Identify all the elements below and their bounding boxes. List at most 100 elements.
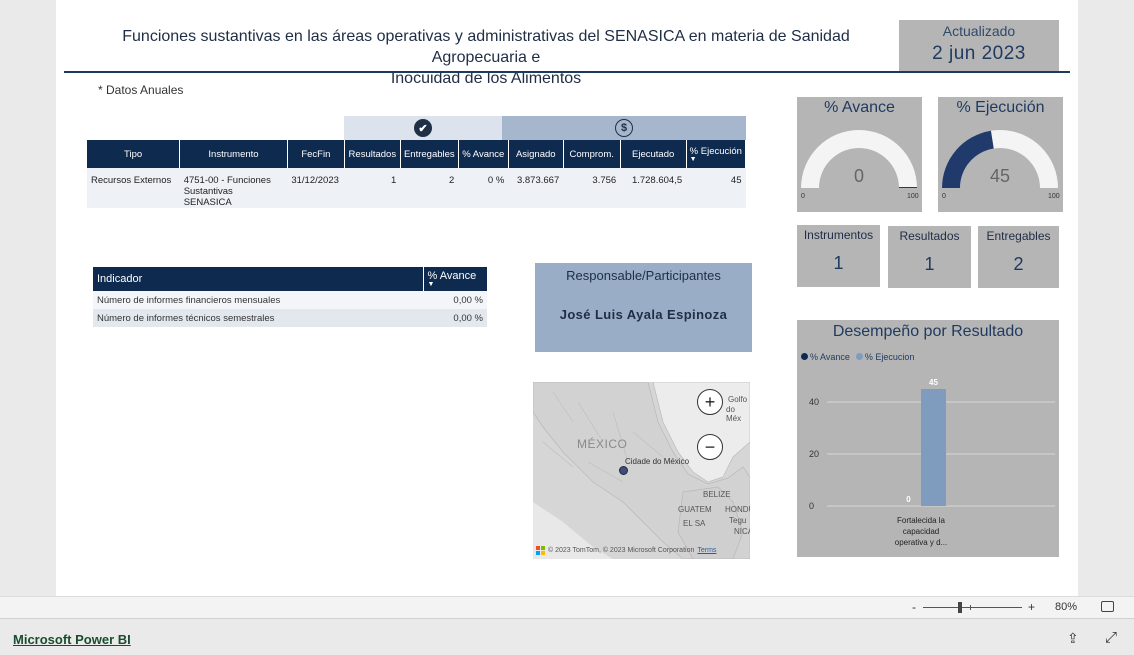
table-row[interactable]: Número de informes financieros mensuales…	[93, 291, 487, 309]
col-header-ejecucion[interactable]: % Ejecución ▼	[686, 140, 747, 168]
map-terms-link[interactable]: Terms	[697, 547, 716, 554]
col-header-ind-avance[interactable]: % Avance ▼	[422, 267, 487, 291]
col-header-entregables[interactable]: Entregables	[400, 140, 459, 168]
zoom-in-control[interactable]: +	[1028, 600, 1035, 614]
power-bi-link[interactable]: Microsoft Power BI	[13, 632, 131, 647]
zoom-slider-track[interactable]	[923, 607, 1022, 608]
sort-desc-icon: ▼	[427, 281, 435, 288]
table-row[interactable]: Número de informes técnicos semestrales …	[93, 309, 487, 327]
gauge-avance-card: % Avance 0 0 100	[797, 97, 922, 212]
cell-indicador: Número de informes financieros mensuales	[93, 291, 423, 309]
gauge-ejecucion-title: % Ejecución	[956, 99, 1045, 116]
indicator-table: Indicador % Avance ▼ Número de informes …	[93, 267, 487, 327]
map-label-country: MÉXICO	[577, 437, 628, 451]
col-header-tipo[interactable]: Tipo	[87, 140, 181, 168]
gauge-avance: 0 0 100	[801, 130, 919, 200]
x-tick-label: operativa y d...	[895, 538, 947, 547]
col-header-asignado[interactable]: Asignado	[508, 140, 564, 168]
cell-ejecutado: 1.728.604,5	[620, 168, 687, 208]
map-label-belize: BELIZE	[703, 490, 731, 499]
budget-group-header: $	[502, 116, 746, 140]
fullscreen-icon[interactable]: ⤢	[1105, 629, 1117, 646]
cell-asignado: 3.873.667	[508, 168, 564, 208]
entregables-card: Entregables 2	[978, 226, 1059, 288]
table-row[interactable]: Recursos Externos 4751-00 - Funciones Su…	[87, 168, 746, 208]
bar-ejecucion	[921, 389, 946, 506]
map-attribution-text: © 2023 TomTom, © 2023 Microsoft Corporat…	[548, 547, 695, 554]
cell-resultados: 1	[344, 168, 401, 208]
cell-fecfin: 31/12/2023	[287, 168, 345, 208]
col-header-indicador[interactable]: Indicador	[93, 267, 423, 291]
col-header-avance[interactable]: % Avance	[458, 140, 509, 168]
x-tick-label: Fortalecida la	[897, 516, 946, 525]
check-circle-icon: ✔	[414, 119, 432, 137]
sort-desc-icon: ▼	[689, 155, 697, 163]
cell-ind-avance: 0,00 %	[423, 309, 487, 327]
zoom-out-button[interactable]: −	[697, 434, 723, 460]
gauge-avance-fill	[899, 187, 917, 188]
zoom-slider-thumb[interactable]	[958, 602, 962, 613]
cell-ind-avance: 0,00 %	[423, 291, 487, 309]
map-location-marker[interactable]	[619, 466, 628, 475]
gauge-ejecucion-card: % Ejecución 45 0 100	[938, 97, 1063, 212]
map-label-city: Cidade do México	[625, 457, 690, 466]
gauge-avance-title: % Avance	[824, 99, 895, 116]
cell-indicador: Número de informes técnicos semestrales	[93, 309, 423, 327]
y-tick-label: 20	[809, 449, 819, 459]
y-tick-label: 40	[809, 397, 819, 407]
dollar-circle-icon: $	[615, 119, 633, 137]
col-header-comprom[interactable]: Comprom.	[563, 140, 621, 168]
resultados-card: Resultados 1	[888, 226, 971, 288]
cell-entregables: 2	[400, 168, 459, 208]
gauge-ejecucion: 45 0 100	[942, 130, 1060, 200]
footer-bar: Microsoft Power BI ⇪ ⤢	[0, 618, 1134, 655]
map-label-gulf2: do Méx	[726, 405, 742, 423]
report-title-line1: Funciones sustantivas en las áreas opera…	[122, 28, 850, 66]
report-title: Funciones sustantivas en las áreas opera…	[86, 26, 886, 89]
map-label-nica: NICA	[734, 527, 750, 536]
gauge-ejecucion-min: 0	[942, 193, 946, 200]
updated-label: Actualizado	[942, 23, 1016, 39]
cell-ejecucion: 45	[686, 168, 746, 208]
col-header-resultados[interactable]: Resultados	[344, 140, 401, 168]
zoom-level: 80%	[1055, 601, 1078, 613]
x-tick-label: capacidad	[903, 527, 939, 536]
zoom-out-control[interactable]: -	[912, 600, 916, 614]
data-label: 0	[906, 495, 911, 504]
map-label-gulf1: Golfo	[728, 395, 748, 404]
zoom-bar: - + 80%	[0, 596, 1134, 618]
gauge-ejecucion-fill	[942, 130, 994, 188]
entregables-label: Entregables	[986, 229, 1051, 243]
chart-plot: 0 20 40 0 45 Fortalecida la capacidad operativa…	[809, 378, 1055, 547]
gauge-avance-min: 0	[801, 193, 805, 200]
location-map[interactable]: MÉXICO Cidade do México Golfo do Méx BEL…	[533, 382, 750, 559]
map-label-guate: GUATEM	[678, 505, 712, 514]
map-label-honduras: HONDU	[725, 505, 750, 514]
cell-avance: 0 %	[458, 168, 509, 208]
instrumentos-value: 1	[833, 253, 844, 273]
col-header-ejecucion-label: % Ejecución	[689, 145, 742, 157]
zoom-in-button[interactable]: +	[697, 389, 723, 415]
resultados-value: 1	[924, 254, 935, 274]
fit-to-page-icon[interactable]	[1101, 601, 1114, 612]
entregables-value: 2	[1013, 254, 1024, 274]
share-icon[interactable]: ⇪	[1067, 630, 1079, 647]
col-header-instrumento[interactable]: Instrumento	[179, 140, 288, 168]
cell-tipo: Recursos Externos	[87, 168, 180, 208]
instrumentos-label: Instrumentos	[803, 228, 874, 242]
zoom-slider-tick	[970, 605, 971, 610]
updated-card: Actualizado 2 jun 2023	[899, 20, 1059, 71]
gauge-avance-value: 0	[854, 166, 864, 186]
microsoft-logo-icon	[536, 546, 545, 555]
col-header-ejecutado[interactable]: Ejecutado	[620, 140, 687, 168]
y-tick-label: 0	[809, 501, 814, 511]
instrumentos-card: Instrumentos 1	[797, 225, 880, 287]
performance-chart: Desempeño por Resultado % Avance % Ejecu…	[797, 320, 1059, 557]
data-label: 45	[929, 378, 938, 387]
col-header-fecfin[interactable]: FecFin	[287, 140, 345, 168]
responsible-card: Responsable/Participantes José Luis Ayal…	[535, 263, 752, 352]
map-label-salvador: EL SA	[683, 519, 706, 528]
annual-note: * Datos Anuales	[98, 83, 184, 97]
title-divider	[64, 71, 1070, 73]
map-attribution: © 2023 TomTom, © 2023 Microsoft Corporat…	[536, 546, 716, 555]
